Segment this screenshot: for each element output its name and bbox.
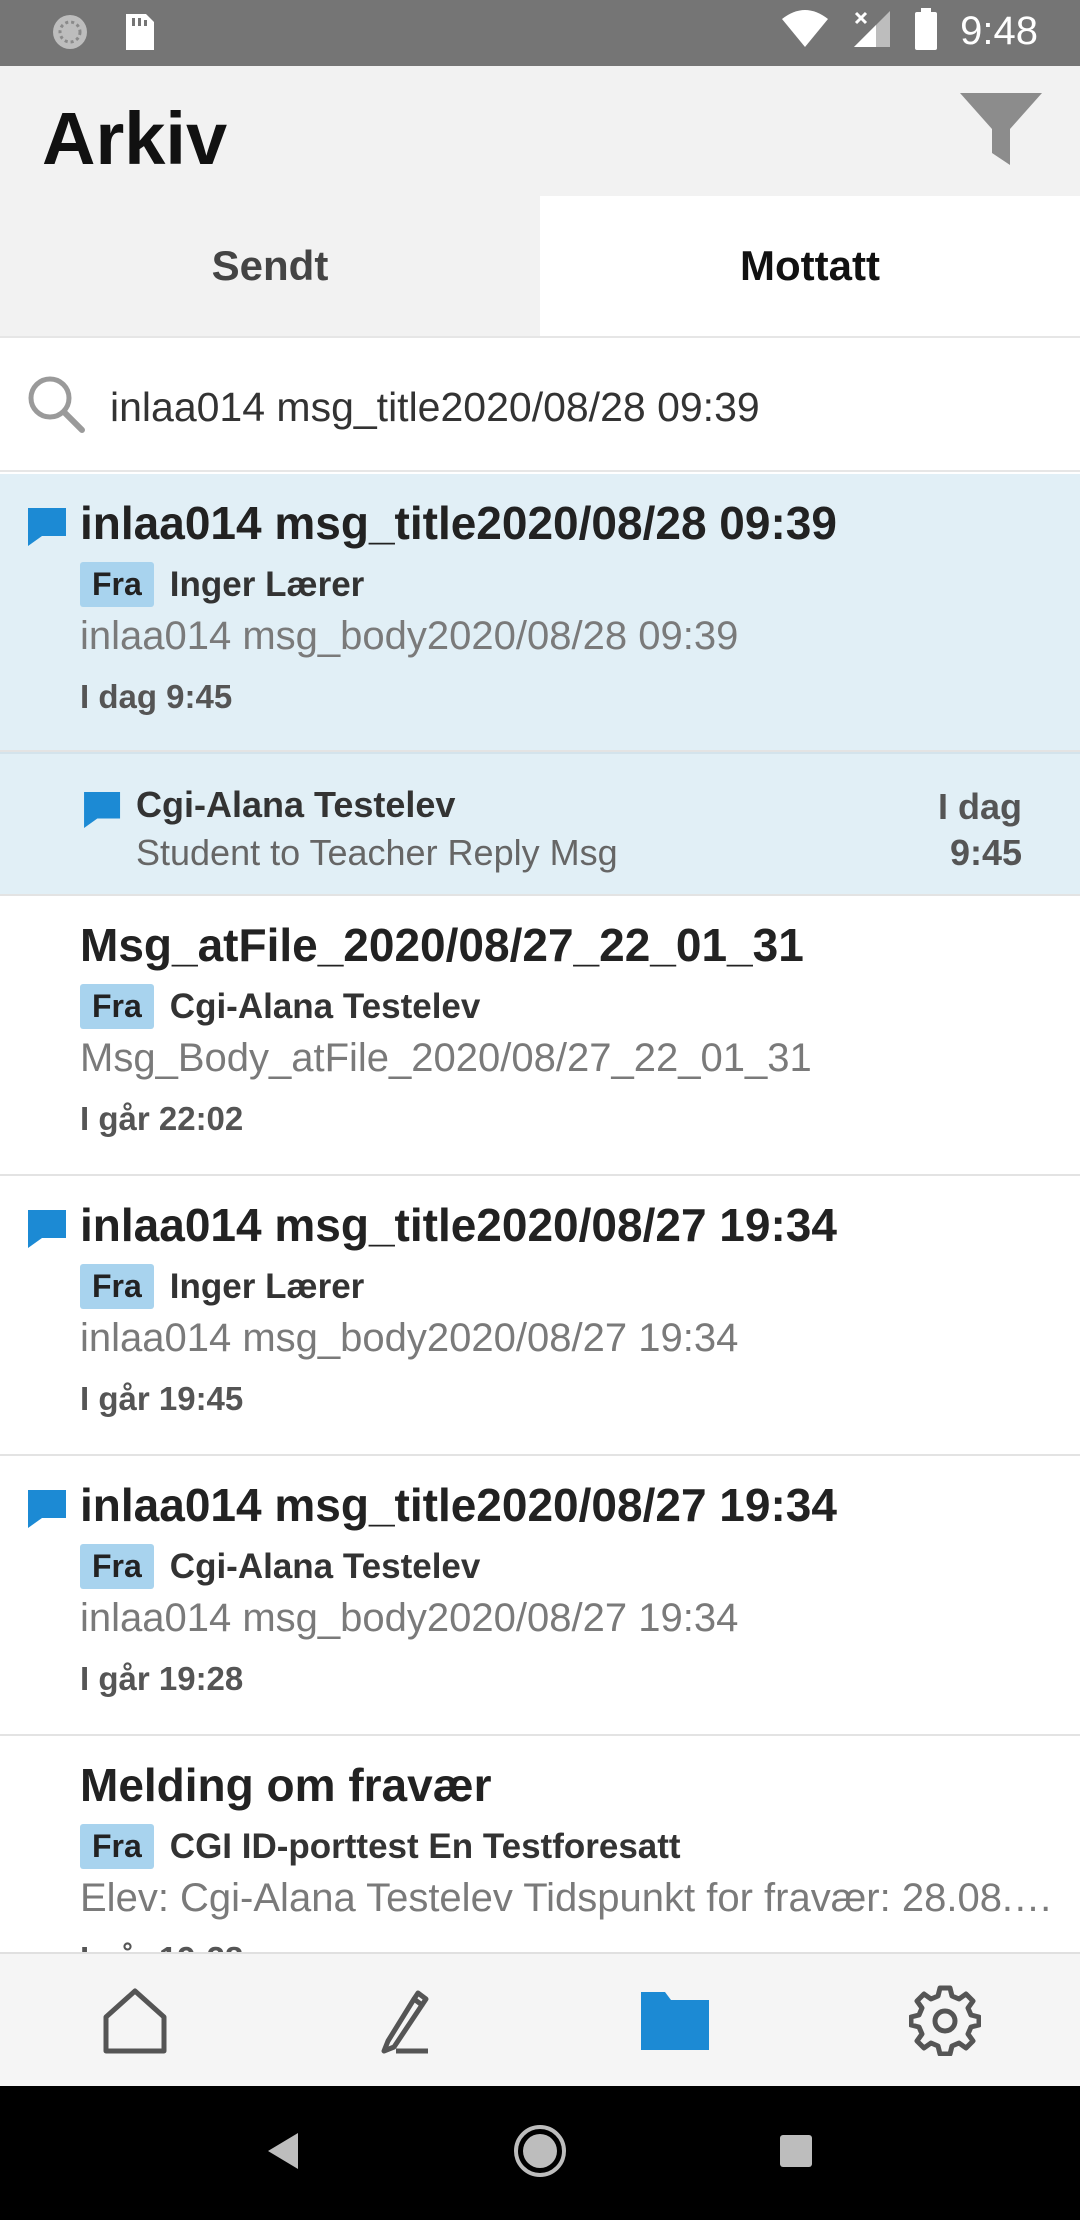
status-time: 9:48 — [960, 9, 1038, 53]
sender-name: Cgi-Alana Testelev — [169, 986, 481, 1026]
battery-icon — [914, 8, 938, 55]
settings-icon — [909, 1985, 981, 2056]
from-badge: Fra — [80, 562, 154, 607]
reply-time-day: I dag — [937, 786, 1022, 827]
tab-mottatt[interactable]: Mottatt — [540, 196, 1080, 336]
reply-item[interactable]: Cgi-Alana Testelev Student to Teacher Re… — [0, 752, 1080, 896]
wifi-icon — [780, 9, 830, 54]
list-item[interactable]: Msg_atFile_2020/08/27_22_01_31 Fra Cgi-A… — [0, 896, 1080, 1176]
tab-bar: Sendt Mottatt — [0, 196, 1080, 336]
chat-bubble-icon — [28, 1490, 68, 1533]
status-bar: 9:48 — [0, 0, 1080, 66]
sender-name: Inger Lærer — [169, 1266, 365, 1306]
from-row: Fra Inger Lærer — [80, 1264, 364, 1309]
screen: 9:48 Arkiv Sendt Mottatt inlaa014 msg_ti… — [0, 0, 1080, 2220]
sync-icon — [50, 12, 90, 57]
message-time: I går 19:28 — [80, 1660, 244, 1697]
message-title: Msg_atFile_2020/08/27_22_01_31 — [80, 919, 804, 971]
reply-sender: Cgi-Alana Testelev — [136, 784, 456, 825]
from-row: Fra Cgi-Alana Testelev — [80, 984, 480, 1029]
list-item[interactable]: inlaa014 msg_title2020/08/27 19:34 Fra C… — [0, 1456, 1080, 1736]
bottom-navigation — [0, 1952, 1080, 2086]
compose-icon — [381, 1990, 429, 2054]
message-preview: inlaa014 msg_body2020/08/27 19:34 — [80, 1316, 739, 1360]
recents-icon[interactable] — [776, 2131, 816, 2176]
reply-text: Student to Teacher Reply Msg — [136, 832, 618, 873]
filter-button[interactable] — [958, 86, 1044, 172]
list-item[interactable]: Melding om fravær Fra CGI ID-porttest En… — [0, 1736, 1080, 1952]
message-title: inlaa014 msg_title2020/08/27 19:34 — [80, 1479, 837, 1531]
message-title: inlaa014 msg_title2020/08/28 09:39 — [80, 497, 837, 549]
message-title: inlaa014 msg_title2020/08/27 19:34 — [80, 1199, 837, 1251]
message-time: I går 19:45 — [80, 1380, 244, 1417]
reply-time-clock: 9:45 — [949, 832, 1022, 873]
message-preview: Msg_Body_atFile_2020/08/27_22_01_31 — [80, 1036, 812, 1080]
from-badge: Fra — [80, 1824, 154, 1869]
chat-bubble-icon — [28, 1210, 68, 1253]
list-item[interactable]: inlaa014 msg_title2020/08/27 19:34 Fra I… — [0, 1176, 1080, 1456]
message-list[interactable]: inlaa014 msg_title2020/08/28 09:39 Fra I… — [0, 474, 1080, 1952]
search-bar — [0, 336, 1080, 472]
signal-icon — [852, 9, 892, 54]
nav-archive[interactable] — [540, 1954, 810, 2086]
filter-icon — [960, 93, 1042, 165]
page-title: Arkiv — [42, 97, 228, 180]
message-preview: inlaa014 msg_body2020/08/28 09:39 — [80, 614, 739, 658]
from-row: Fra CGI ID-porttest En Testforesatt — [80, 1824, 681, 1869]
message-time: I går 22:02 — [80, 1100, 244, 1137]
from-row: Fra Inger Lærer — [80, 562, 364, 607]
nav-settings[interactable] — [810, 1954, 1080, 2086]
list-item[interactable]: inlaa014 msg_title2020/08/28 09:39 Fra I… — [0, 474, 1080, 752]
search-icon — [26, 374, 86, 439]
chat-bubble-icon — [28, 508, 68, 551]
message-preview: Elev: Cgi-Alana Testelev Tidspunkt for f… — [80, 1876, 1070, 1920]
sender-name: Inger Lærer — [169, 564, 365, 604]
nav-compose[interactable] — [270, 1954, 540, 2086]
message-time: I dag 9:45 — [80, 678, 233, 715]
back-icon[interactable] — [264, 2129, 304, 2178]
home-icon — [103, 1988, 167, 2054]
from-row: Fra Cgi-Alana Testelev — [80, 1544, 480, 1589]
system-navigation-bar — [0, 2086, 1080, 2220]
message-preview: inlaa014 msg_body2020/08/27 19:34 — [80, 1596, 739, 1640]
chat-bubble-icon — [84, 792, 122, 833]
from-badge: Fra — [80, 984, 154, 1029]
from-badge: Fra — [80, 1264, 154, 1309]
app-header: Arkiv — [0, 66, 1080, 196]
sd-card-icon — [122, 12, 156, 57]
from-badge: Fra — [80, 1544, 154, 1589]
reply-time: I dag 9:45 — [938, 784, 1022, 876]
message-time: I går 19:28 — [80, 1940, 243, 1952]
message-title: Melding om fravær — [80, 1759, 492, 1811]
sender-name: CGI ID-porttest En Testforesatt — [169, 1826, 681, 1866]
nav-home[interactable] — [0, 1954, 270, 2086]
home-button-icon[interactable] — [513, 2124, 567, 2183]
tab-sendt[interactable]: Sendt — [0, 196, 540, 336]
sender-name: Cgi-Alana Testelev — [169, 1546, 481, 1586]
search-input[interactable] — [110, 372, 1050, 442]
folder-icon — [641, 1992, 709, 2050]
